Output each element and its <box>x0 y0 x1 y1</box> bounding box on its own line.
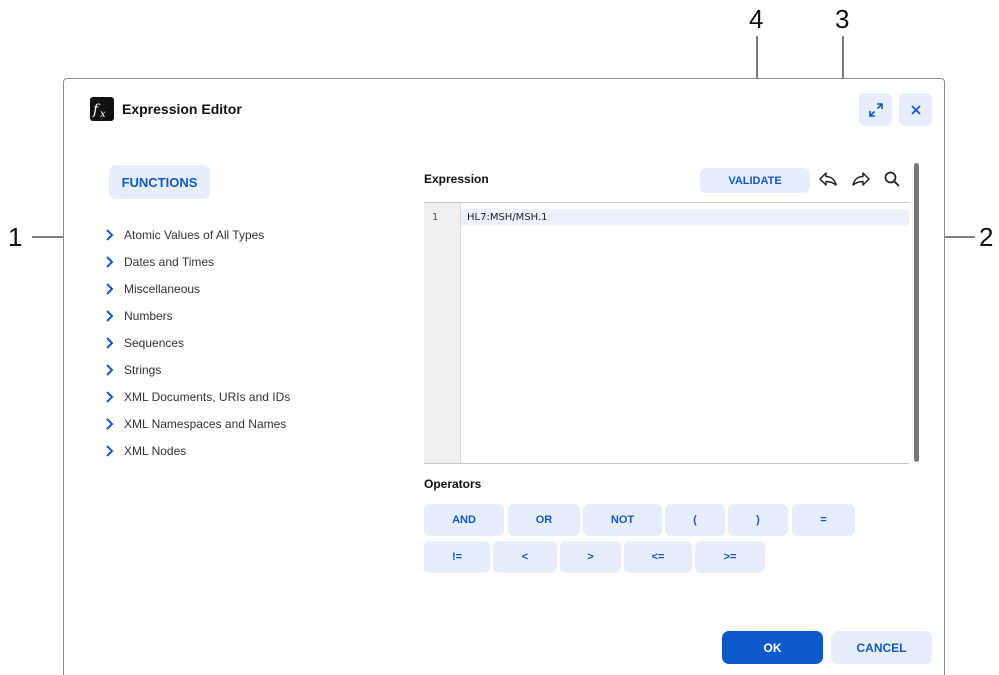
operator-close-paren-button[interactable]: ) <box>728 504 788 536</box>
operator-greater-than-button[interactable]: > <box>560 541 621 573</box>
expression-editor-dialog: f x Expression Editor FUNCTIONS Atomic V… <box>63 78 945 675</box>
code-line[interactable]: HL7:MSH/MSH.1 <box>467 212 548 223</box>
function-category-item[interactable]: Numbers <box>102 302 290 329</box>
function-category-label: Numbers <box>124 308 173 323</box>
function-category-list: Atomic Values of All Types Dates and Tim… <box>102 221 290 464</box>
search-icon <box>884 171 900 187</box>
chevron-right-icon <box>106 363 114 376</box>
operator-and-button[interactable]: AND <box>424 504 504 536</box>
search-button[interactable] <box>881 168 903 190</box>
dialog-title: Expression Editor <box>122 101 242 117</box>
callout-number-4: 4 <box>749 4 764 34</box>
chevron-right-icon <box>106 309 114 322</box>
function-category-item[interactable]: Strings <box>102 356 290 383</box>
line-number: 1 <box>432 212 439 223</box>
editor-scrollbar[interactable] <box>914 163 919 462</box>
expression-editor-area[interactable]: 1 HL7:MSH/MSH.1 <box>424 202 909 464</box>
chevron-right-icon <box>106 390 114 403</box>
expand-icon <box>868 102 883 117</box>
callout-number-2: 2 <box>979 222 994 252</box>
operator-less-than-button[interactable]: < <box>493 541 557 573</box>
dialog-header: f x Expression Editor <box>90 97 242 121</box>
chevron-right-icon <box>106 228 114 241</box>
function-category-item[interactable]: XML Nodes <box>102 437 290 464</box>
redo-button[interactable] <box>850 168 872 190</box>
chevron-right-icon <box>106 417 114 430</box>
function-category-item[interactable]: Atomic Values of All Types <box>102 221 290 248</box>
chevron-right-icon <box>106 444 114 457</box>
function-category-item[interactable]: Dates and Times <box>102 248 290 275</box>
undo-button[interactable] <box>817 168 839 190</box>
function-category-label: XML Namespaces and Names <box>124 416 287 431</box>
function-category-item[interactable]: Miscellaneous <box>102 275 290 302</box>
function-category-item[interactable]: XML Documents, URIs and IDs <box>102 383 290 410</box>
operators-label: Operators <box>424 477 482 491</box>
function-category-label: Atomic Values of All Types <box>124 227 265 242</box>
operator-less-equal-button[interactable]: <= <box>624 541 692 573</box>
operator-equals-button[interactable]: = <box>792 504 855 536</box>
undo-icon <box>819 172 837 186</box>
close-button[interactable] <box>899 93 932 126</box>
function-category-label: XML Nodes <box>124 443 187 458</box>
operator-greater-equal-button[interactable]: >= <box>695 541 765 573</box>
function-category-label: Strings <box>124 362 162 377</box>
callout-number-3: 3 <box>835 4 850 34</box>
cancel-button[interactable]: CANCEL <box>831 631 932 664</box>
ok-button[interactable]: OK <box>722 631 823 664</box>
expression-label: Expression <box>424 172 489 186</box>
validate-button[interactable]: VALIDATE <box>700 168 810 193</box>
function-category-item[interactable]: Sequences <box>102 329 290 356</box>
functions-button[interactable]: FUNCTIONS <box>109 165 210 199</box>
chevron-right-icon <box>106 336 114 349</box>
function-category-label: Dates and Times <box>124 254 215 269</box>
operator-or-button[interactable]: OR <box>508 504 580 536</box>
operator-not-button[interactable]: NOT <box>583 504 662 536</box>
chevron-right-icon <box>106 255 114 268</box>
function-category-item[interactable]: XML Namespaces and Names <box>102 410 290 437</box>
operator-open-paren-button[interactable]: ( <box>665 504 725 536</box>
callout-number-1: 1 <box>8 222 23 252</box>
function-category-label: Miscellaneous <box>124 281 201 296</box>
svg-text:x: x <box>100 109 106 119</box>
close-icon <box>910 104 921 115</box>
line-number-gutter <box>424 203 461 463</box>
fx-icon: f x <box>90 97 114 121</box>
redo-icon <box>852 172 870 186</box>
operator-not-equals-button[interactable]: != <box>424 541 490 573</box>
expand-button[interactable] <box>859 93 892 126</box>
function-category-label: Sequences <box>124 335 185 350</box>
function-category-label: XML Documents, URIs and IDs <box>124 389 291 404</box>
chevron-right-icon <box>106 282 114 295</box>
